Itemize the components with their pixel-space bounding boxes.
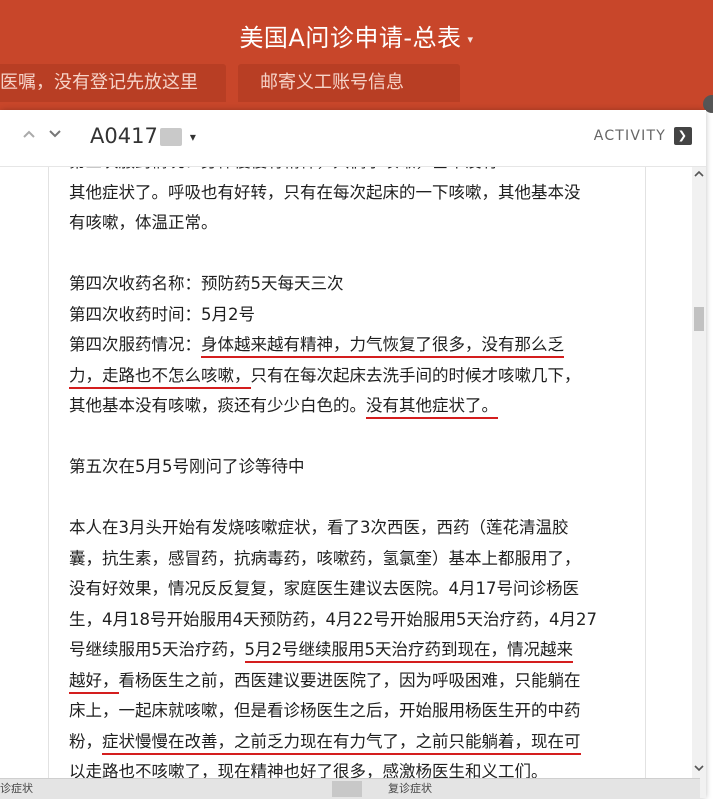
app-header: 美国A问诊申请-总表 ▾ 医嘱，没有登记先放这里 邮寄义工账号信息: [0, 0, 713, 113]
text-line: 有咳嗽，体温正常。: [69, 213, 218, 232]
underlined-text: 5月2号继续服用5天治疗药到现在，情况越来: [244, 640, 573, 663]
field-label-initial-symptoms[interactable]: 诊症状: [0, 779, 33, 799]
base-title[interactable]: 美国A问诊申请-总表 ▾: [0, 18, 713, 53]
text-segment: 只有在每次起床去洗手间的时候才咳嗽几下，: [250, 365, 581, 385]
bottom-field-bar: 诊症状 复诊症状: [0, 778, 700, 799]
text-line: 第四次收药名称：预防药5天每天三次: [69, 274, 344, 293]
underlined-text: 没有其他症状了。: [366, 396, 498, 419]
text-line: 床上，一起床就咳嗽，但是看诊杨医生之后，开始服用杨医生开的中药: [69, 701, 581, 720]
next-record-icon[interactable]: [46, 126, 64, 146]
text-line: 越好，看杨医生之前，西医建议要进医院了，因为呼吸困难，只能躺在: [69, 666, 629, 697]
text-line: 其他症状了。呼吸也有好转，只有在每次起床的一下咳嗽，其他基本没: [69, 182, 581, 202]
text-line: 第三次服药情况：身体慢慢有精神，只偶尔咳嗽，基本没有: [69, 167, 629, 178]
chevron-down-icon[interactable]: ▾: [468, 33, 474, 46]
redacted-block: [332, 781, 362, 797]
text-line: 生，4月18号开始服用4天预防药，4月22号开始服用5天治疗药，4月27: [69, 609, 597, 629]
text-segment: 号继续服用5天治疗药，: [69, 640, 245, 659]
text-line: 粉，症状慢慢在改善，之前乏力现在有力气了，之前只能躺着，现在可: [69, 727, 629, 758]
field-label-followup-symptoms[interactable]: 复诊症状: [388, 779, 432, 799]
underlined-text: 力，走路也不怎么咳嗽，: [69, 365, 251, 389]
expand-panel-icon[interactable]: ❯: [674, 127, 692, 145]
text-line: 号继续服用5天治疗药，5月2号继续服用5天治疗药到现在，情况越来: [69, 635, 629, 666]
record-content: 第三次服药情况：身体慢慢有精神，只偶尔咳嗽，基本没有 其他症状了。呼吸也有好转，…: [0, 167, 694, 782]
record-header: A0417 ▾ ACTIVITY ❯: [0, 110, 706, 167]
previous-record-icon[interactable]: [20, 126, 38, 146]
scroll-up-icon[interactable]: [692, 169, 706, 182]
activity-button[interactable]: ACTIVITY ❯: [594, 127, 692, 145]
text-segment: 看杨医生之前，西医建议要进医院了，因为呼吸困难，只能躺在: [118, 670, 581, 690]
long-text-content: 第三次服药情况：身体慢慢有精神，只偶尔咳嗽，基本没有 其他症状了。呼吸也有好转，…: [69, 167, 629, 782]
activity-label: ACTIVITY: [593, 128, 666, 144]
text-line: 没有好效果，情况反反复复，家庭医生建议去医院。4月17号问诊杨医: [69, 579, 579, 598]
base-title-text[interactable]: 美国A问诊申请-总表: [239, 24, 461, 52]
record-id: A0417: [90, 124, 158, 148]
content-scrollbar[interactable]: [692, 167, 706, 798]
underlined-text: 越好，: [69, 670, 119, 694]
tab-doctor-orders[interactable]: 医嘱，没有登记先放这里: [0, 64, 226, 102]
text-line: 第四次服药情况：身体越来越有精神，力气恢复了很多，没有那么乏: [69, 330, 629, 361]
scrollbar-thumb[interactable]: [694, 307, 704, 331]
text-line: 第四次收药时间：5月2号: [69, 304, 255, 324]
text-line: 囊，抗生素，感冒药，抗病毒药，咳嗽药，氢氯奎）基本上都服用了，: [69, 548, 581, 568]
text-line: 本人在3月头开始有发烧咳嗽症状，看了3次西医，西药（莲花清温胶: [69, 518, 569, 537]
text-segment: 粉，: [69, 731, 102, 751]
redacted-block: [159, 128, 182, 146]
text-line: 力，走路也不怎么咳嗽，只有在每次起床去洗手间的时候才咳嗽几下，: [69, 361, 629, 392]
tab-mail-volunteer-accounts[interactable]: 邮寄义工账号信息: [238, 64, 460, 102]
record-modal: A0417 ▾ ACTIVITY ❯ 第三次服药情况：身体慢慢有精神，只偶尔咳嗽，基…: [0, 110, 706, 798]
text-line: 其他基本没有咳嗽，痰还有少少白色的。没有其他症状了。: [69, 391, 629, 422]
text-line: 第五次在5月5号刚问了诊等待中: [69, 457, 305, 476]
record-title[interactable]: A0417 ▾: [90, 124, 196, 148]
scroll-down-icon[interactable]: [692, 763, 706, 776]
underlined-text: 身体越来越有精神，力气恢复了很多，没有那么乏: [201, 335, 564, 358]
text-segment: 第四次服药情况：: [69, 335, 201, 354]
text-segment: 其他基本没有咳嗽，痰还有少少白色的。: [69, 396, 366, 415]
underlined-text: 症状慢慢在改善，之前乏力现在有力气了，之前只能躺着，现在可: [102, 731, 581, 755]
long-text-field[interactable]: 第三次服药情况：身体慢慢有精神，只偶尔咳嗽，基本没有 其他症状了。呼吸也有好转，…: [48, 167, 646, 782]
record-menu-chevron-icon[interactable]: ▾: [190, 130, 196, 144]
